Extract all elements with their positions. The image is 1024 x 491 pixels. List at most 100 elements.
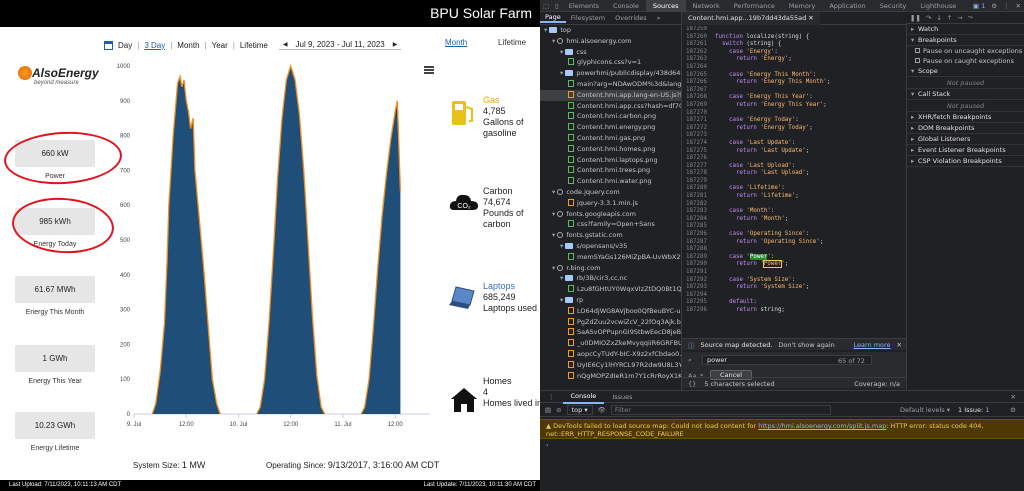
line-number[interactable]: 187278 [682,170,715,178]
line-number[interactable]: 187275 [682,148,715,156]
date-range-picker[interactable]: ◀ Jul 9, 2023 - Jul 11, 2023 ▶ [278,40,402,50]
learn-more-link[interactable]: Learn more [853,341,890,349]
tree-item[interactable]: Content.hmi.app.lang-en-US.js?hash= [540,89,681,101]
tree-item[interactable]: aopcCyTUdY-bIC-X9z2xfCbdao0.br.j [540,349,681,360]
calendar-icon[interactable] [104,40,113,50]
line-number[interactable]: 187281 [682,193,715,201]
line-number[interactable]: 187293 [682,284,715,292]
tree-item[interactable]: ▾ css [540,47,681,58]
live-expression-icon[interactable]: 👁 [598,406,606,414]
line-number[interactable]: 187267 [682,87,715,95]
tree-item[interactable]: _u0DMIOZxZkeMvyqqiiR6GRFBU.br [540,338,681,349]
range-option-day[interactable]: Day [118,41,132,50]
devtools-tab-security[interactable]: Security [873,0,914,12]
tree-item[interactable]: Content.hmi.energy.png [540,122,681,133]
line-number[interactable]: 187283 [682,208,715,216]
close-drawer-icon[interactable]: ✕ [1003,391,1024,403]
tree-item[interactable]: ▾ fonts.gstatic.com [540,230,681,241]
sidebar-toggle-icon[interactable]: ▤ [545,406,551,414]
line-number[interactable]: 187266 [682,79,715,87]
tree-item[interactable]: jquery-3.3.1.min.js [540,198,681,209]
tree-item[interactable]: ▾ rp [540,295,681,306]
line-number[interactable]: 187276 [682,155,715,163]
step-icon[interactable]: → [957,14,962,22]
devtools-tab-elements[interactable]: Elements [562,0,606,12]
context-selector[interactable]: top ▾ [566,404,593,415]
device-toolbar-icon[interactable]: ▯ [552,2,562,10]
section-arrow-icon[interactable]: ▸ [911,123,918,134]
tree-item[interactable]: Content.hmi.trees.png [540,165,681,176]
console-issues-button[interactable]: 1 Issue: 1 [958,406,989,414]
tree-item[interactable]: UyIE6Cy1lHYRCL97R2dw9U8L3Y.br.j [540,360,681,371]
clear-console-icon[interactable]: ⊘ [556,406,561,414]
drawer-menu-icon[interactable]: ⋮ [540,391,563,403]
line-number[interactable]: 187270 [682,110,715,118]
tree-item[interactable]: Content.hmi.laptops.png [540,155,681,166]
console-filter-input[interactable]: Filter [610,404,831,415]
line-number[interactable]: 187259 [682,26,715,34]
source-map-link[interactable]: https://hmi.alsoenergy.com/split.js.map [758,422,886,430]
tree-item[interactable]: Content.hmi.homes.png [540,144,681,155]
pause-icon[interactable]: ❚❚ [910,14,921,22]
step-into-icon[interactable]: ↓ [936,14,941,22]
drawer-tab-console[interactable]: Console [562,390,605,404]
range-option-year[interactable]: Year [212,41,228,50]
close-devtools-icon[interactable]: ✕ [1013,2,1024,10]
line-number[interactable]: 187289 [682,254,715,262]
tree-item[interactable]: LO64djWG8AVjboo0QfBeuBYC-ul.br. [540,306,681,317]
panel-section-event-listener-breakpoints[interactable]: ▸ Event Listener Breakpoints [907,145,1024,156]
line-number[interactable]: 187271 [682,117,715,125]
editor-tab-file[interactable]: Content.hmi.app...19b7dd43da55ad ✕ [682,12,820,25]
checkbox[interactable] [915,58,920,63]
tree-item[interactable]: main?arg=NDAwODM%3d&lang=en [540,79,681,90]
panel-section-call-stack[interactable]: ▾ Call Stack [907,89,1024,100]
tree-item[interactable]: Content.hmi.gas.png [540,133,681,144]
devtools-tab-lighthouse[interactable]: Lighthouse [913,0,963,12]
section-arrow-icon[interactable]: ▸ [911,156,918,167]
deactivate-breakpoints-icon[interactable]: ⤳ [968,13,973,22]
devtools-tab-memory[interactable]: Memory [782,0,822,12]
devtools-tab-sources[interactable]: Sources [645,0,686,12]
pause-checkbox[interactable]: Pause on caught exceptions [907,56,1024,66]
line-number[interactable]: 187269 [682,102,715,110]
line-number[interactable]: 187282 [682,201,715,209]
line-number[interactable]: 187291 [682,269,715,277]
line-number[interactable]: 187288 [682,246,715,254]
line-number[interactable]: 187287 [682,239,715,247]
more-options-icon[interactable]: ⋮ [1000,2,1013,10]
panel-section-dom-breakpoints[interactable]: ▸ DOM Breakpoints [907,123,1024,134]
section-arrow-icon[interactable]: ▸ [911,112,918,123]
close-infobar-icon[interactable]: ✕ [897,341,906,349]
section-arrow-icon[interactable]: ▾ [911,89,918,100]
panel-section-csp-violation-breakpoints[interactable]: ▸ CSP Violation Breakpoints [907,156,1024,167]
nav-tab-overrides[interactable]: Overrides [610,14,652,22]
prev-range-icon[interactable]: ◀ [283,41,288,48]
range-option-month[interactable]: Month [177,41,199,50]
tree-item[interactable]: ▾ fonts.googleapis.com [540,209,681,220]
section-arrow-icon[interactable]: ▸ [911,145,918,156]
line-number[interactable]: 187294 [682,292,715,300]
log-levels-dropdown[interactable]: Default levels ▾ [900,406,950,414]
tree-item[interactable]: ▾ top [540,25,681,36]
tree-item[interactable]: SaASvOPPupnGI9StbwEecD8jeBM.br [540,327,681,338]
tree-item[interactable]: nQgMOPZdIeR1m7Y1cRrRoyX1KEQ. [540,371,681,382]
inspect-icon[interactable]: ⬚ [540,2,552,10]
settings-gear-icon[interactable]: ⚙ [988,2,1000,10]
dont-show-again-button[interactable]: Don't show again [778,341,834,349]
tree-item[interactable]: Content.hmi.carbon.png [540,111,681,122]
console-prompt[interactable]: › [540,439,1024,451]
panel-section-breakpoints[interactable]: ▾ Breakpoints [907,35,1024,46]
line-number[interactable]: 187273 [682,132,715,140]
chart-menu-icon[interactable] [424,66,434,74]
section-arrow-icon[interactable]: ▾ [911,66,918,77]
devtools-tab-application[interactable]: Application [822,0,872,12]
checkbox[interactable] [915,48,920,53]
line-number[interactable]: 187261 [682,41,715,49]
more-tabs-icon[interactable]: » [652,14,666,22]
tree-item[interactable]: ▾ s/opensans/v35 [540,241,681,252]
nav-tab-page[interactable]: Page [540,13,566,23]
line-number[interactable]: 187295 [682,299,715,307]
pause-checkbox[interactable]: Pause on uncaught exceptions [907,46,1024,56]
impact-lifetime-link[interactable]: Lifetime [498,38,526,47]
line-number[interactable]: 187284 [682,216,715,224]
